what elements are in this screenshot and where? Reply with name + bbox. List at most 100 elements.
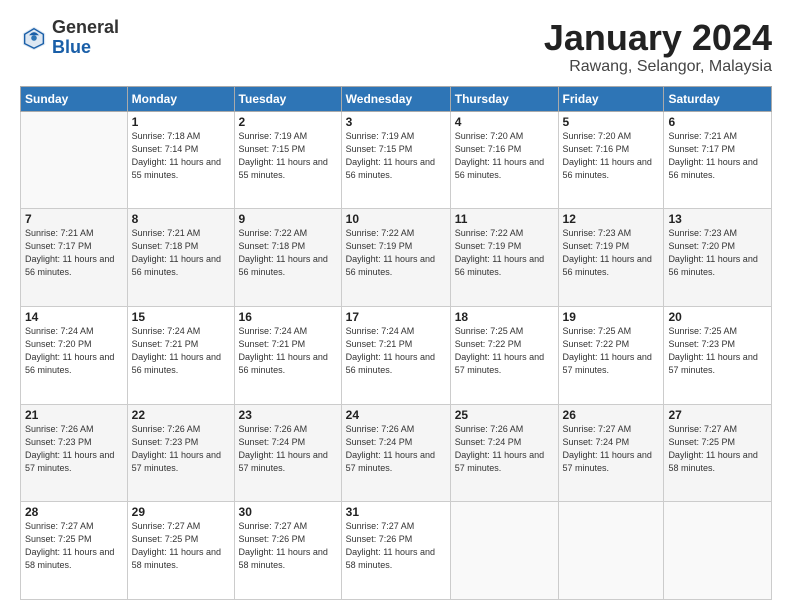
day-info: Sunrise: 7:21 AM Sunset: 7:18 PM Dayligh… xyxy=(132,227,230,279)
calendar-day-cell: 10Sunrise: 7:22 AM Sunset: 7:19 PM Dayli… xyxy=(341,209,450,307)
day-number: 15 xyxy=(132,310,230,324)
day-number: 24 xyxy=(346,408,446,422)
day-info: Sunrise: 7:18 AM Sunset: 7:14 PM Dayligh… xyxy=(132,130,230,182)
day-number: 1 xyxy=(132,115,230,129)
calendar-day-cell: 24Sunrise: 7:26 AM Sunset: 7:24 PM Dayli… xyxy=(341,404,450,502)
calendar-day-cell: 1Sunrise: 7:18 AM Sunset: 7:14 PM Daylig… xyxy=(127,111,234,209)
day-number: 19 xyxy=(563,310,660,324)
calendar-day-cell: 31Sunrise: 7:27 AM Sunset: 7:26 PM Dayli… xyxy=(341,502,450,600)
calendar-table: Sunday Monday Tuesday Wednesday Thursday… xyxy=(20,86,772,600)
calendar-week-row: 14Sunrise: 7:24 AM Sunset: 7:20 PM Dayli… xyxy=(21,306,772,404)
day-info: Sunrise: 7:26 AM Sunset: 7:23 PM Dayligh… xyxy=(25,423,123,475)
calendar-day-cell: 11Sunrise: 7:22 AM Sunset: 7:19 PM Dayli… xyxy=(450,209,558,307)
day-info: Sunrise: 7:26 AM Sunset: 7:24 PM Dayligh… xyxy=(346,423,446,475)
header: General Blue January 2024 Rawang, Selang… xyxy=(20,18,772,76)
calendar-day-cell: 26Sunrise: 7:27 AM Sunset: 7:24 PM Dayli… xyxy=(558,404,664,502)
calendar-day-cell: 17Sunrise: 7:24 AM Sunset: 7:21 PM Dayli… xyxy=(341,306,450,404)
subtitle: Rawang, Selangor, Malaysia xyxy=(544,58,772,76)
col-thursday: Thursday xyxy=(450,86,558,111)
col-monday: Monday xyxy=(127,86,234,111)
day-info: Sunrise: 7:20 AM Sunset: 7:16 PM Dayligh… xyxy=(563,130,660,182)
day-info: Sunrise: 7:21 AM Sunset: 7:17 PM Dayligh… xyxy=(668,130,767,182)
day-info: Sunrise: 7:26 AM Sunset: 7:24 PM Dayligh… xyxy=(455,423,554,475)
calendar-day-cell: 28Sunrise: 7:27 AM Sunset: 7:25 PM Dayli… xyxy=(21,502,128,600)
day-number: 23 xyxy=(239,408,337,422)
day-number: 20 xyxy=(668,310,767,324)
calendar-day-cell: 2Sunrise: 7:19 AM Sunset: 7:15 PM Daylig… xyxy=(234,111,341,209)
day-number: 2 xyxy=(239,115,337,129)
day-number: 7 xyxy=(25,212,123,226)
day-number: 17 xyxy=(346,310,446,324)
calendar-day-cell: 9Sunrise: 7:22 AM Sunset: 7:18 PM Daylig… xyxy=(234,209,341,307)
day-number: 22 xyxy=(132,408,230,422)
day-info: Sunrise: 7:27 AM Sunset: 7:25 PM Dayligh… xyxy=(25,520,123,572)
col-sunday: Sunday xyxy=(21,86,128,111)
calendar-day-cell: 18Sunrise: 7:25 AM Sunset: 7:22 PM Dayli… xyxy=(450,306,558,404)
day-number: 27 xyxy=(668,408,767,422)
calendar-day-cell: 27Sunrise: 7:27 AM Sunset: 7:25 PM Dayli… xyxy=(664,404,772,502)
calendar-day-cell: 30Sunrise: 7:27 AM Sunset: 7:26 PM Dayli… xyxy=(234,502,341,600)
day-info: Sunrise: 7:19 AM Sunset: 7:15 PM Dayligh… xyxy=(346,130,446,182)
month-title: January 2024 xyxy=(544,18,772,58)
calendar-day-cell: 14Sunrise: 7:24 AM Sunset: 7:20 PM Dayli… xyxy=(21,306,128,404)
calendar-day-cell: 15Sunrise: 7:24 AM Sunset: 7:21 PM Dayli… xyxy=(127,306,234,404)
day-number: 9 xyxy=(239,212,337,226)
day-number: 26 xyxy=(563,408,660,422)
day-number: 8 xyxy=(132,212,230,226)
day-number: 28 xyxy=(25,505,123,519)
day-number: 10 xyxy=(346,212,446,226)
day-info: Sunrise: 7:19 AM Sunset: 7:15 PM Dayligh… xyxy=(239,130,337,182)
col-tuesday: Tuesday xyxy=(234,86,341,111)
logo: General Blue xyxy=(20,18,119,58)
day-number: 11 xyxy=(455,212,554,226)
day-info: Sunrise: 7:21 AM Sunset: 7:17 PM Dayligh… xyxy=(25,227,123,279)
day-number: 12 xyxy=(563,212,660,226)
col-saturday: Saturday xyxy=(664,86,772,111)
day-number: 14 xyxy=(25,310,123,324)
day-info: Sunrise: 7:22 AM Sunset: 7:19 PM Dayligh… xyxy=(455,227,554,279)
day-number: 3 xyxy=(346,115,446,129)
day-number: 16 xyxy=(239,310,337,324)
calendar-day-cell: 6Sunrise: 7:21 AM Sunset: 7:17 PM Daylig… xyxy=(664,111,772,209)
calendar-week-row: 28Sunrise: 7:27 AM Sunset: 7:25 PM Dayli… xyxy=(21,502,772,600)
calendar-day-cell: 4Sunrise: 7:20 AM Sunset: 7:16 PM Daylig… xyxy=(450,111,558,209)
day-number: 13 xyxy=(668,212,767,226)
day-info: Sunrise: 7:27 AM Sunset: 7:26 PM Dayligh… xyxy=(239,520,337,572)
page: General Blue January 2024 Rawang, Selang… xyxy=(0,0,792,612)
day-info: Sunrise: 7:24 AM Sunset: 7:21 PM Dayligh… xyxy=(239,325,337,377)
day-number: 21 xyxy=(25,408,123,422)
day-number: 29 xyxy=(132,505,230,519)
title-block: January 2024 Rawang, Selangor, Malaysia xyxy=(544,18,772,76)
calendar-day-cell xyxy=(21,111,128,209)
calendar-day-cell: 13Sunrise: 7:23 AM Sunset: 7:20 PM Dayli… xyxy=(664,209,772,307)
day-info: Sunrise: 7:25 AM Sunset: 7:22 PM Dayligh… xyxy=(563,325,660,377)
day-info: Sunrise: 7:25 AM Sunset: 7:23 PM Dayligh… xyxy=(668,325,767,377)
day-info: Sunrise: 7:26 AM Sunset: 7:23 PM Dayligh… xyxy=(132,423,230,475)
day-number: 6 xyxy=(668,115,767,129)
calendar-day-cell: 20Sunrise: 7:25 AM Sunset: 7:23 PM Dayli… xyxy=(664,306,772,404)
day-info: Sunrise: 7:20 AM Sunset: 7:16 PM Dayligh… xyxy=(455,130,554,182)
logo-blue: Blue xyxy=(52,37,91,57)
day-info: Sunrise: 7:22 AM Sunset: 7:18 PM Dayligh… xyxy=(239,227,337,279)
calendar-day-cell: 16Sunrise: 7:24 AM Sunset: 7:21 PM Dayli… xyxy=(234,306,341,404)
calendar-day-cell: 5Sunrise: 7:20 AM Sunset: 7:16 PM Daylig… xyxy=(558,111,664,209)
calendar-day-cell xyxy=(664,502,772,600)
day-info: Sunrise: 7:25 AM Sunset: 7:22 PM Dayligh… xyxy=(455,325,554,377)
calendar-day-cell: 21Sunrise: 7:26 AM Sunset: 7:23 PM Dayli… xyxy=(21,404,128,502)
day-info: Sunrise: 7:24 AM Sunset: 7:21 PM Dayligh… xyxy=(132,325,230,377)
calendar-week-row: 1Sunrise: 7:18 AM Sunset: 7:14 PM Daylig… xyxy=(21,111,772,209)
calendar-week-row: 21Sunrise: 7:26 AM Sunset: 7:23 PM Dayli… xyxy=(21,404,772,502)
day-number: 4 xyxy=(455,115,554,129)
calendar-day-cell: 8Sunrise: 7:21 AM Sunset: 7:18 PM Daylig… xyxy=(127,209,234,307)
day-number: 31 xyxy=(346,505,446,519)
day-info: Sunrise: 7:23 AM Sunset: 7:19 PM Dayligh… xyxy=(563,227,660,279)
day-info: Sunrise: 7:24 AM Sunset: 7:20 PM Dayligh… xyxy=(25,325,123,377)
day-info: Sunrise: 7:23 AM Sunset: 7:20 PM Dayligh… xyxy=(668,227,767,279)
day-info: Sunrise: 7:24 AM Sunset: 7:21 PM Dayligh… xyxy=(346,325,446,377)
calendar-day-cell: 12Sunrise: 7:23 AM Sunset: 7:19 PM Dayli… xyxy=(558,209,664,307)
calendar-day-cell: 7Sunrise: 7:21 AM Sunset: 7:17 PM Daylig… xyxy=(21,209,128,307)
day-info: Sunrise: 7:26 AM Sunset: 7:24 PM Dayligh… xyxy=(239,423,337,475)
col-wednesday: Wednesday xyxy=(341,86,450,111)
calendar-day-cell: 23Sunrise: 7:26 AM Sunset: 7:24 PM Dayli… xyxy=(234,404,341,502)
day-number: 25 xyxy=(455,408,554,422)
